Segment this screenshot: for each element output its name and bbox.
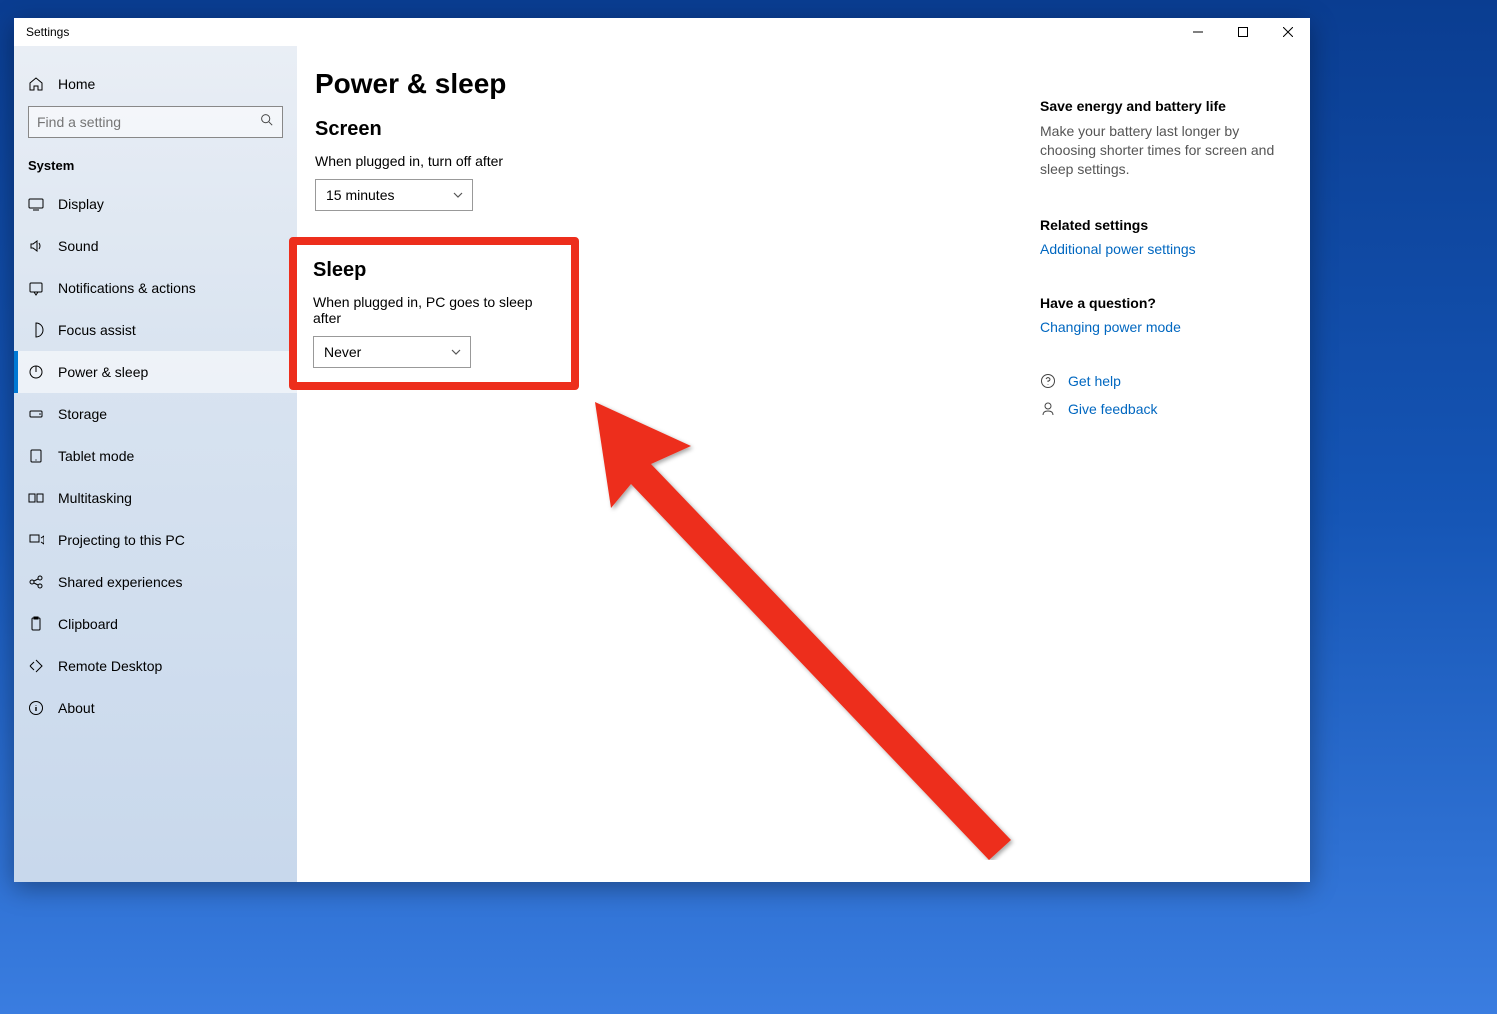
- nav-home[interactable]: Home: [14, 66, 297, 102]
- power-icon: [28, 364, 44, 380]
- about-icon: [28, 700, 44, 716]
- nav-item-storage[interactable]: Storage: [14, 393, 297, 435]
- nav-item-label: Projecting to this PC: [58, 532, 185, 548]
- nav-item-shared-experiences[interactable]: Shared experiences: [14, 561, 297, 603]
- nav-item-label: Clipboard: [58, 616, 118, 632]
- body-area: Home System Display Sound: [14, 46, 1310, 882]
- sidebar-category: System: [14, 150, 297, 183]
- nav-item-focus-assist[interactable]: Focus assist: [14, 309, 297, 351]
- nav-item-label: Focus assist: [58, 322, 136, 338]
- screen-section-heading: Screen: [315, 118, 1000, 141]
- minimize-icon: [1193, 27, 1203, 37]
- page-title: Power & sleep: [315, 68, 1000, 100]
- aside-energy-text: Make your battery last longer by choosin…: [1040, 122, 1280, 179]
- nav-item-label: Notifications & actions: [58, 280, 196, 296]
- nav-item-power-sleep[interactable]: Power & sleep: [14, 351, 297, 393]
- nav-item-label: Multitasking: [58, 490, 132, 506]
- titlebar: Settings: [14, 18, 1310, 46]
- aside-energy-heading: Save energy and battery life: [1040, 98, 1280, 114]
- nav-list: Display Sound Notifications & actions Fo…: [14, 183, 297, 729]
- aside-help-label: Get help: [1068, 373, 1121, 389]
- display-icon: [28, 196, 44, 212]
- nav-item-remote-desktop[interactable]: Remote Desktop: [14, 645, 297, 687]
- nav-item-label: Power & sleep: [58, 364, 148, 380]
- multitasking-icon: [28, 490, 44, 506]
- aside-feedback-label: Give feedback: [1068, 401, 1158, 417]
- nav-item-label: Shared experiences: [58, 574, 183, 590]
- aside-question-heading: Have a question?: [1040, 295, 1280, 311]
- nav-item-about[interactable]: About: [14, 687, 297, 729]
- nav-item-notifications[interactable]: Notifications & actions: [14, 267, 297, 309]
- sleep-timeout-select[interactable]: Never: [313, 336, 471, 368]
- nav-item-multitasking[interactable]: Multitasking: [14, 477, 297, 519]
- sleep-field-label: When plugged in, PC goes to sleep after: [313, 294, 555, 326]
- maximize-icon: [1238, 27, 1248, 37]
- focus-assist-icon: [28, 322, 44, 338]
- search-input[interactable]: [28, 106, 283, 138]
- aside-help-row[interactable]: Get help: [1040, 373, 1280, 389]
- clipboard-icon: [28, 616, 44, 632]
- aside-related-link[interactable]: Additional power settings: [1040, 241, 1280, 257]
- nav-item-label: Sound: [58, 238, 98, 254]
- sleep-section-heading: Sleep: [313, 259, 555, 282]
- nav-item-label: Display: [58, 196, 104, 212]
- sidebar: Home System Display Sound: [14, 46, 297, 882]
- notifications-icon: [28, 280, 44, 296]
- screen-field-label: When plugged in, turn off after: [315, 153, 1000, 169]
- nav-item-projecting[interactable]: Projecting to this PC: [14, 519, 297, 561]
- main-column: Power & sleep Screen When plugged in, tu…: [315, 64, 1000, 862]
- search-wrap: [14, 102, 297, 150]
- annotation-highlight-box: Sleep When plugged in, PC goes to sleep …: [289, 237, 579, 390]
- chevron-down-icon: [450, 346, 462, 358]
- sleep-timeout-value: Never: [324, 344, 361, 360]
- storage-icon: [28, 406, 44, 422]
- nav-item-clipboard[interactable]: Clipboard: [14, 603, 297, 645]
- aside-related-heading: Related settings: [1040, 217, 1280, 233]
- aside-feedback-row[interactable]: Give feedback: [1040, 401, 1280, 417]
- close-icon: [1283, 27, 1293, 37]
- nav-item-label: Storage: [58, 406, 107, 422]
- close-button[interactable]: [1265, 18, 1310, 46]
- nav-item-display[interactable]: Display: [14, 183, 297, 225]
- minimize-button[interactable]: [1175, 18, 1220, 46]
- window-controls: [1175, 18, 1310, 46]
- chevron-down-icon: [452, 189, 464, 201]
- content: Power & sleep Screen When plugged in, tu…: [297, 46, 1310, 882]
- nav-item-label: Tablet mode: [58, 448, 134, 464]
- sound-icon: [28, 238, 44, 254]
- nav-home-label: Home: [58, 76, 95, 92]
- maximize-button[interactable]: [1220, 18, 1265, 46]
- remote-desktop-icon: [28, 658, 44, 674]
- screen-timeout-select[interactable]: 15 minutes: [315, 179, 473, 211]
- search-icon: [260, 113, 273, 131]
- shared-icon: [28, 574, 44, 590]
- nav-item-label: About: [58, 700, 95, 716]
- feedback-icon: [1040, 401, 1056, 417]
- nav-item-tablet-mode[interactable]: Tablet mode: [14, 435, 297, 477]
- aside-question-link[interactable]: Changing power mode: [1040, 319, 1280, 335]
- home-icon: [28, 76, 44, 92]
- screen-timeout-value: 15 minutes: [326, 187, 394, 203]
- nav-item-sound[interactable]: Sound: [14, 225, 297, 267]
- projecting-icon: [28, 532, 44, 548]
- aside-column: Save energy and battery life Make your b…: [1040, 64, 1280, 862]
- window-title: Settings: [26, 25, 69, 39]
- settings-window: Settings Home: [14, 18, 1310, 882]
- help-icon: [1040, 373, 1056, 389]
- nav-item-label: Remote Desktop: [58, 658, 162, 674]
- tablet-icon: [28, 448, 44, 464]
